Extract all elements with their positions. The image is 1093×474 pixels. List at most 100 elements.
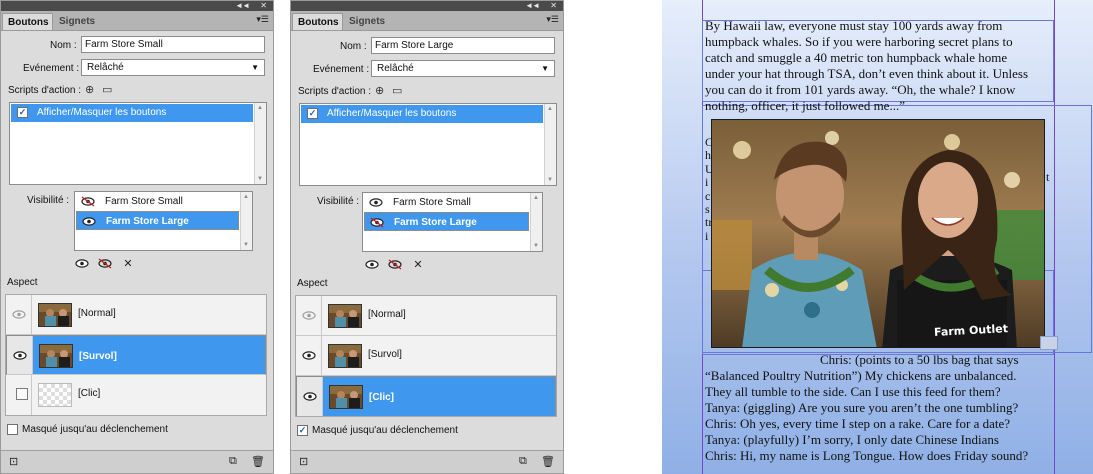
tab-boutons[interactable]: Boutons [2,13,53,30]
trash-icon[interactable]: 🗑 [251,455,265,468]
event-select[interactable]: Relâché ▼ [81,59,265,76]
show-button-eye-icon[interactable] [75,258,89,270]
state-eye-toggle[interactable] [6,295,32,334]
story-paragraph-top: By Hawaii law, everyone must stay 100 ya… [705,18,1028,114]
overset-icon[interactable] [1040,336,1058,350]
aspect-state-survol[interactable]: [Survol] [296,336,556,376]
ignore-icon[interactable]: ✕ [121,258,135,270]
panel-tab-row: Boutons Signets ▾☰ [1,11,273,31]
visibility-item-label: Farm Store Large [394,217,477,228]
masque-option[interactable]: ✓ Masqué jusqu'au déclenchement [297,425,458,436]
hide-button-eye-icon[interactable] [388,259,402,271]
state-eye-toggle[interactable] [6,375,32,415]
hide-button-eye-icon[interactable] [98,258,112,270]
panel-menu-icon[interactable]: ▾☰ [546,14,559,25]
close-icon[interactable]: ✕ [550,1,557,11]
story-line: By Hawaii law, everyone must stay 100 ya… [705,18,1003,33]
document-page: By Hawaii law, everyone must stay 100 ya… [662,0,1093,474]
aspect-state-normal[interactable]: [Normal] [296,296,556,336]
visibility-item-farm-store-small[interactable]: Farm Store Small [364,193,529,212]
aspect-heading: Aspect [297,278,328,289]
visibility-item-label: Farm Store Small [393,197,471,208]
aspect-state-clic[interactable]: [Clic] [296,376,556,416]
aspect-heading: Aspect [7,277,38,288]
ignore-icon[interactable]: ✕ [411,259,425,271]
state-eye-toggle[interactable] [296,296,322,335]
eye-icon-faded [302,311,316,320]
visibility-item-farm-store-large[interactable]: Farm Store Large [76,211,239,230]
chevron-down-icon: ▼ [541,64,549,73]
action-list-scrollbar[interactable]: ▲ ▼ [544,104,556,185]
visibility-list-scrollbar[interactable]: ▲ ▼ [240,192,252,250]
eye-hidden-icon [370,217,384,228]
action-checkbox[interactable]: ✓ [307,108,318,119]
preview-icon[interactable]: ⊡ [9,455,18,468]
event-select-value: Relâché [87,62,124,73]
story-line: Tanya: (giggling) Are you sure you aren’… [705,400,1019,415]
text-fragment-right: t [1046,170,1050,184]
state-eye-toggle[interactable] [296,336,322,375]
story-line: under your hat through TSA, don’t even t… [705,66,1029,81]
close-icon[interactable]: ✕ [260,1,267,11]
aspect-state-clic[interactable]: [Clic] [6,375,266,415]
panel-menu-icon[interactable]: ▾☰ [256,14,269,25]
convert-object-icon[interactable]: ⧉ [229,455,237,468]
masque-checkbox[interactable]: ✓ [297,425,308,436]
story-line: humpback whales. So if you were harborin… [705,34,1013,49]
action-list: ✓ Afficher/Masquer les boutons ▲ ▼ [299,103,557,186]
event-select[interactable]: Relâché ▼ [371,60,555,77]
state-eye-toggle[interactable] [297,377,323,416]
story-line: Tanya: (playfully) I’m sorry, I only dat… [705,432,999,447]
name-label: Nom : [50,40,77,51]
aspect-state-survol[interactable]: [Survol] [6,335,266,375]
visibility-item-farm-store-large[interactable]: Farm Store Large [364,212,529,231]
action-list-item[interactable]: ✓ Afficher/Masquer les boutons [11,104,253,122]
name-field[interactable] [371,37,555,54]
convert-object-icon[interactable]: ⧉ [519,455,527,468]
action-list-scrollbar[interactable]: ▲ ▼ [254,103,266,184]
name-field[interactable] [81,36,265,53]
state-empty-box [16,388,28,400]
chevron-down-icon: ▼ [251,63,259,72]
remove-action-icon[interactable]: ▭ [392,84,402,97]
panel-titlebar: ◄◄ ✕ [1,1,273,11]
action-list-item[interactable]: ✓ Afficher/Masquer les boutons [301,105,543,123]
masque-option[interactable]: Masqué jusqu'au déclenchement [7,424,168,435]
visibility-item-farm-store-small[interactable]: Farm Store Small [76,192,239,211]
add-action-icon[interactable]: ⊕ [375,84,384,97]
collapse-icon[interactable]: ◄◄ [525,1,540,11]
aspect-state-normal[interactable]: [Normal] [6,295,266,335]
collapse-icon[interactable]: ◄◄ [235,1,250,11]
tab-boutons[interactable]: Boutons [292,13,343,30]
action-checkbox[interactable]: ✓ [17,107,28,118]
eye-icon [13,351,27,360]
story-line: Chris: Hi, my name is Long Tongue. How d… [705,448,1029,463]
masque-checkbox[interactable] [7,424,18,435]
farm-store-photo[interactable]: Farm Outlet [711,119,1045,348]
tab-signets[interactable]: Signets [344,13,392,30]
visibility-list: Farm Store Small Farm Store Large ▲ ▼ [74,191,253,251]
eye-icon [302,351,316,360]
visibility-label: Visibilité : [27,195,70,206]
preview-icon[interactable]: ⊡ [299,455,308,468]
eye-icon-faded [12,310,26,319]
event-label: Evénement : [313,64,370,75]
actions-label: Scripts d'action : [298,86,372,97]
action-item-label: Afficher/Masquer les boutons [37,107,167,118]
remove-action-icon[interactable]: ▭ [102,83,112,96]
story-line: Chris: Oh yes, every time I step on a ra… [705,416,1011,431]
state-thumbnail [328,344,362,368]
visibility-list-scrollbar[interactable]: ▲ ▼ [530,193,542,251]
state-eye-toggle[interactable] [7,336,33,374]
trash-icon[interactable]: 🗑 [541,455,555,468]
add-action-icon[interactable]: ⊕ [85,83,94,96]
state-thumbnail [328,304,362,328]
tab-signets[interactable]: Signets [54,13,102,30]
state-label: [Survol] [79,351,117,362]
story-line: you can do it from 101 yards away. “Oh, … [705,82,1016,97]
show-button-eye-icon[interactable] [365,259,379,271]
eye-hidden-icon [81,196,95,207]
aspect-state-list: [Normal] [Survol] [Clic] [295,295,557,417]
state-thumbnail [329,385,363,409]
state-label: [Clic] [78,388,101,399]
